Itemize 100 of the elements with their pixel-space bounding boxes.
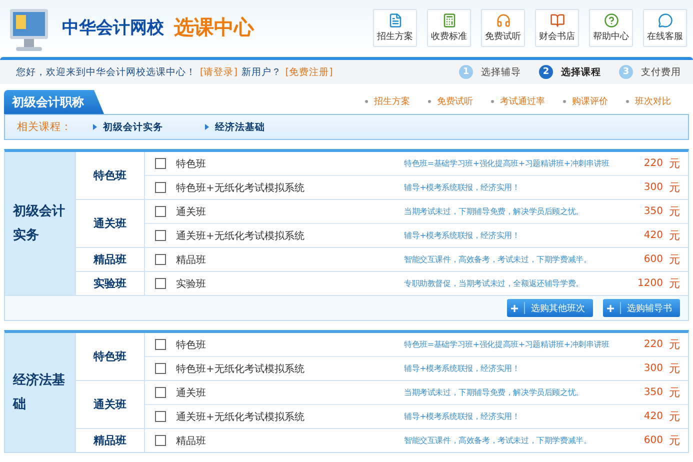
bullet-icon	[428, 100, 431, 104]
option-price: 1200	[636, 278, 663, 289]
option-description: 智能交互课件，高效备考，考试未过，下期学费减半。	[404, 254, 592, 265]
currency-unit: 元	[669, 180, 680, 195]
currency-unit: 元	[669, 409, 680, 424]
option-price: 300	[642, 182, 663, 193]
step-number: 1	[459, 65, 473, 79]
option-label: 通关班+无纸化考试模拟系统	[176, 410, 306, 424]
class-type: 特色班	[75, 152, 145, 199]
class-type: 通关班	[75, 381, 145, 428]
checkbox[interactable]	[155, 411, 166, 422]
option-description: 辅导+模考系统联报，经济实用！	[404, 182, 521, 193]
option-description: 当期考试未过，下期辅导免费，解决学员后顾之忧。	[404, 206, 584, 217]
course-name: 经济法基础	[5, 333, 75, 452]
nav-button[interactable]: 收费标准	[427, 8, 471, 46]
currency-unit: 元	[669, 433, 680, 448]
help-icon	[604, 12, 618, 28]
checkbox[interactable]	[155, 254, 166, 265]
class-type: 特色班	[75, 333, 145, 380]
checkbox[interactable]	[155, 230, 166, 241]
nav-button[interactable]: 帮助中心	[589, 8, 633, 46]
triangle-icon	[205, 124, 209, 130]
brand-name: 中华会计网校	[62, 17, 164, 39]
checkbox[interactable]	[155, 158, 166, 169]
section-link[interactable]: 考试通过率	[491, 95, 545, 108]
option-price: 420	[642, 411, 663, 422]
add-button[interactable]: 选购其他班次	[507, 299, 593, 317]
option-label: 实验班	[176, 278, 207, 290]
option-price: 220	[642, 158, 663, 169]
option-price: 600	[642, 435, 663, 446]
option-price: 600	[642, 254, 663, 265]
option-description: 特色班=基础学习班+强化提高班+习题精讲班+冲刺串讲班	[404, 339, 610, 350]
bullet-icon	[365, 100, 368, 104]
class-type: 精品班	[75, 429, 145, 452]
step-label: 选择课程	[561, 66, 601, 78]
login-link[interactable]: [请登录]	[200, 66, 238, 78]
checkbox[interactable]	[155, 387, 166, 398]
currency-unit: 元	[669, 228, 680, 243]
nav-button[interactable]: 在线客服	[643, 8, 687, 46]
checkbox[interactable]	[155, 182, 166, 193]
option-label: 特色班	[176, 338, 207, 352]
option-label: 特色班	[176, 158, 207, 170]
section-link[interactable]: 免费试听	[428, 95, 473, 108]
section-link[interactable]: 班次对比	[626, 95, 671, 108]
checkbox[interactable]	[155, 339, 166, 350]
step-number: 2	[539, 65, 553, 79]
option-price: 220	[642, 339, 663, 350]
checkbox[interactable]	[155, 278, 166, 289]
bullet-icon	[563, 100, 566, 104]
option-description: 辅导+模考系统联报，经济实用！	[404, 230, 521, 241]
section-tab[interactable]: 初级会计职称	[4, 90, 104, 114]
step-number: 3	[619, 65, 633, 79]
currency-unit: 元	[669, 204, 680, 219]
option-label: 精品班	[176, 434, 207, 448]
class-type: 精品班	[75, 248, 145, 271]
checkbox[interactable]	[155, 363, 166, 374]
nav-button[interactable]: 免费试听	[481, 8, 525, 46]
checkbox[interactable]	[155, 435, 166, 446]
nav-button[interactable]: 财会书店	[535, 8, 579, 46]
option-label: 特色班+无纸化考试模拟系统	[176, 182, 306, 194]
plus-icon	[511, 304, 518, 312]
currency-unit: 元	[669, 337, 680, 352]
currency-unit: 元	[669, 276, 680, 291]
currency-unit: 元	[669, 252, 680, 267]
checkbox[interactable]	[155, 206, 166, 217]
new-user-text: 新用户？	[241, 66, 282, 78]
course-name: 初级会计实务	[5, 152, 75, 295]
add-button[interactable]: 选购辅导书	[603, 299, 680, 317]
option-description: 辅导+模考系统联报，经济实用！	[404, 411, 521, 422]
headphones-icon	[496, 12, 510, 28]
option-description: 智能交互课件，高效备考，考试未过，下期学费减半。	[404, 435, 592, 446]
page-title: 选课中心	[174, 14, 254, 41]
greeting-text: 您好，欢迎来到中华会计网校选课中心！	[16, 66, 196, 78]
class-type: 通关班	[75, 200, 145, 247]
triangle-icon	[93, 124, 97, 130]
related-course-link[interactable]: 初级会计实务	[93, 120, 205, 134]
option-price: 350	[642, 387, 663, 398]
section-link[interactable]: 购课评价	[563, 95, 608, 108]
nav-button[interactable]: 招生方案	[373, 8, 417, 46]
currency-unit: 元	[669, 156, 680, 171]
step-label: 支付费用	[641, 66, 681, 78]
section-link[interactable]: 招生方案	[365, 95, 410, 108]
option-price: 420	[642, 230, 663, 241]
option-description: 辅导+模考系统联报，经济实用！	[404, 363, 521, 374]
plus-icon	[607, 304, 614, 312]
option-label: 通关班+无纸化考试模拟系统	[176, 230, 306, 242]
related-course-link[interactable]: 经济法基础	[205, 120, 317, 134]
option-description: 特色班=基础学习班+强化提高班+习题精讲班+冲刺串讲班	[404, 158, 610, 169]
document-icon	[388, 12, 402, 28]
related-label: 相关课程：	[17, 120, 73, 134]
calculator-icon	[442, 12, 456, 28]
option-label: 精品班	[176, 254, 207, 266]
chat-icon	[658, 12, 672, 28]
option-description: 当期考试未过，下期辅导免费，解决学员后顾之忧。	[404, 387, 584, 398]
option-label: 通关班	[176, 386, 207, 400]
register-link[interactable]: [免费注册]	[285, 66, 333, 78]
option-label: 通关班	[176, 206, 207, 218]
currency-unit: 元	[669, 361, 680, 376]
option-price: 300	[642, 363, 663, 374]
option-price: 350	[642, 206, 663, 217]
